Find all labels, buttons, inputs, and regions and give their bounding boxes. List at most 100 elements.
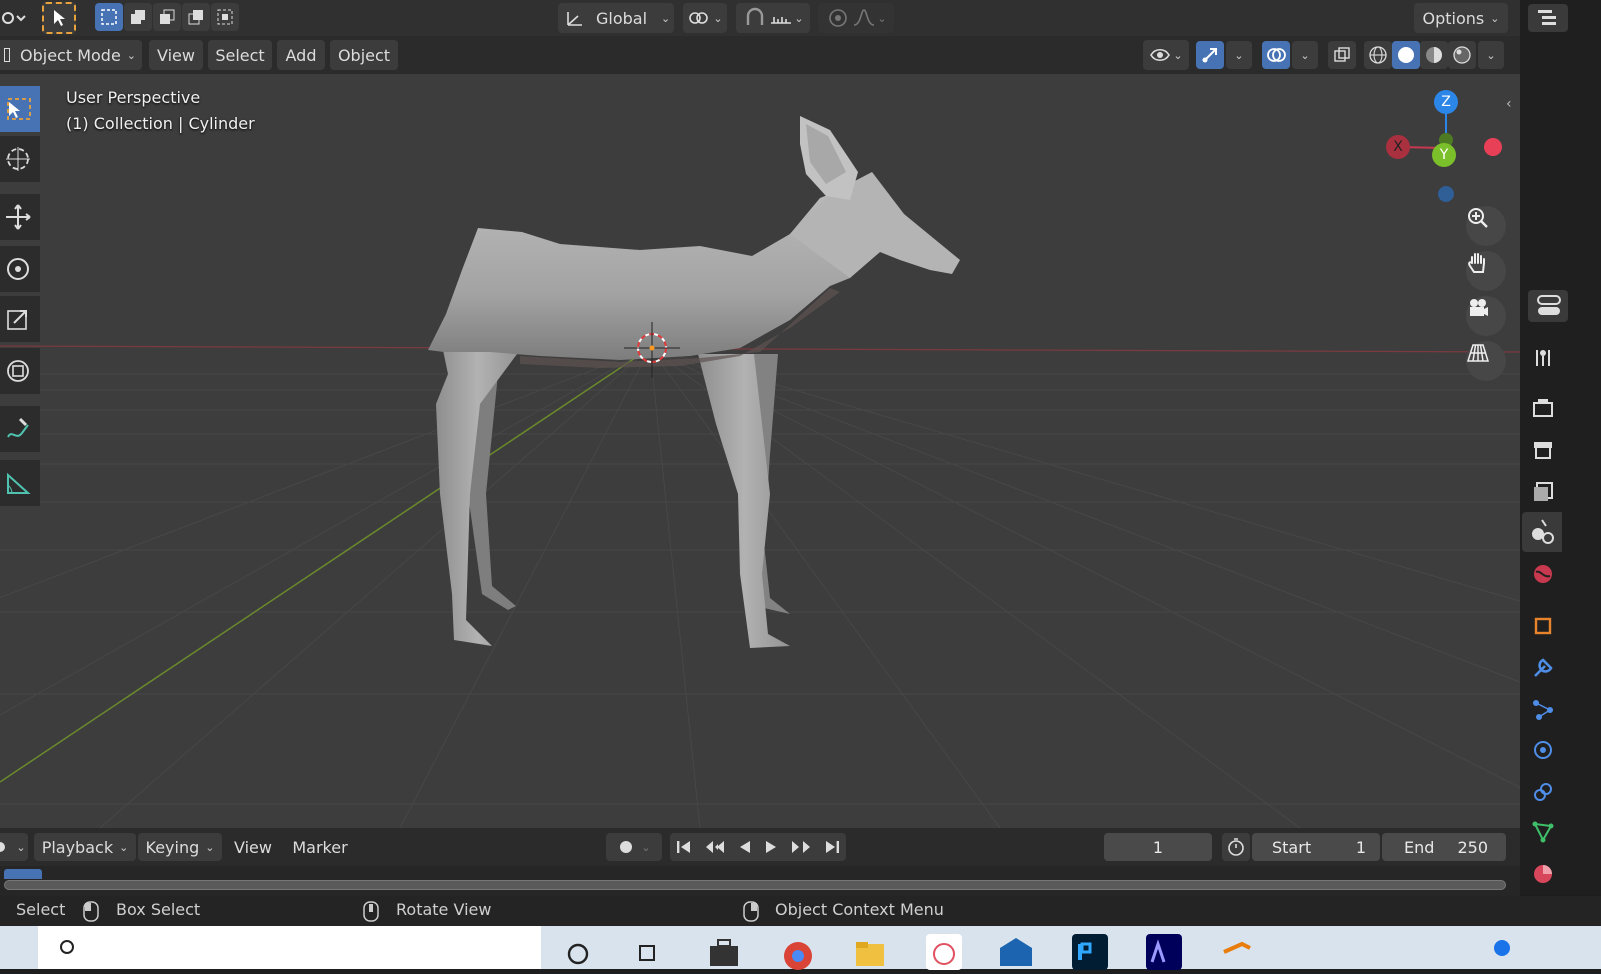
3d-viewport[interactable]: User Perspective (1) Collection | Cylind… [0,74,1520,828]
menu-timeline-view[interactable]: View [226,833,280,861]
shading-solid[interactable] [1392,41,1420,69]
after-effects-icon[interactable] [1146,934,1182,970]
object-mode-dropdown[interactable]: Object Mode ⌄ [0,40,142,70]
pan-hand-icon[interactable] [1466,251,1506,291]
properties-editor-icon[interactable] [1528,290,1568,322]
deer-mesh[interactable] [428,116,960,648]
menu-marker-label: Marker [292,837,348,857]
view-layer-properties-icon[interactable] [1525,474,1561,510]
menu-keying[interactable]: Keying ⌄ [138,833,222,861]
menu-playback[interactable]: Playback ⌄ [34,833,136,861]
gizmo-z[interactable]: Z [1434,90,1458,114]
timeline-editor-type-icon[interactable]: ⌄ [0,833,28,861]
constraints-properties-icon[interactable] [1525,774,1561,810]
zoom-icon[interactable] [1466,206,1506,246]
move-tool-icon[interactable] [0,194,40,240]
task-view-icon[interactable] [632,934,668,970]
shading-rendered[interactable] [1448,41,1476,69]
xray-toggle[interactable] [1328,41,1356,69]
perspective-toggle-icon[interactable] [1466,341,1506,381]
start-frame-label: Start [1272,837,1312,857]
menu-object-label: Object [337,45,391,65]
play-reverse-icon[interactable] [737,839,753,855]
annotate-tool-icon[interactable] [0,406,40,452]
modifier-properties-icon[interactable] [1525,650,1561,686]
next-keyframe-icon[interactable] [790,839,812,855]
jump-end-icon[interactable] [823,839,841,855]
snap-group[interactable]: ⌄ [736,3,810,33]
overlays-dropdown[interactable]: ⌄ [1292,41,1318,69]
playhead[interactable] [4,869,42,879]
chrome-icon[interactable] [780,934,816,970]
output-properties-icon[interactable] [1525,432,1561,468]
visibility-dropdown[interactable]: ⌄ [1143,40,1189,70]
prev-keyframe-icon[interactable] [704,839,726,855]
gizmo-y[interactable]: Y [1432,143,1456,167]
pivot-point-dropdown[interactable]: ⌄ [683,3,727,33]
auto-keying-toggle[interactable]: ⌄ [606,833,662,861]
render-properties-icon[interactable] [1525,390,1561,426]
store-icon[interactable] [706,934,742,970]
shading-dropdown[interactable]: ⌄ [1478,41,1504,69]
menu-add[interactable]: Add [277,40,325,70]
current-frame-field[interactable]: 1 [1104,833,1212,861]
menu-playback-label: Playback [41,837,114,857]
menu-marker[interactable]: Marker [284,833,356,861]
options-dropdown[interactable]: Options ⌄ [1414,3,1508,33]
end-frame-field[interactable]: End 250 [1382,833,1506,861]
particles-properties-icon[interactable] [1525,692,1561,728]
scale-tool-icon[interactable] [0,296,40,342]
measure-tool-icon[interactable] [0,460,40,506]
transform-orientation-dropdown[interactable]: Global ⌄ [558,3,674,33]
scene-properties-tab[interactable] [1522,512,1562,552]
perspective-label: User Perspective [66,88,201,107]
mail-icon[interactable] [998,934,1034,970]
select-intersect-icon[interactable] [211,3,239,31]
shading-material[interactable] [1420,41,1448,69]
select-tool-icon[interactable] [42,2,76,34]
gizmo-dropdown[interactable]: ⌄ [1226,41,1252,69]
file-explorer-icon[interactable] [852,934,888,970]
viewport-scene[interactable] [0,74,1520,828]
select-subtract-icon[interactable] [153,3,181,31]
gizmo-toggle[interactable] [1196,41,1224,69]
outliner-editor-icon[interactable] [1528,4,1568,32]
jump-start-icon[interactable] [675,839,693,855]
select-box-tool-icon[interactable] [0,86,40,132]
physics-properties-icon[interactable] [1525,732,1561,768]
tool-properties-icon[interactable] [1525,340,1561,376]
transform-tool-icon[interactable] [0,348,40,394]
menu-object[interactable]: Object [330,40,398,70]
world-properties-icon[interactable] [1525,556,1561,592]
overlays-toggle[interactable] [1262,41,1290,69]
cursor-tool-icon[interactable] [0,136,40,182]
rotate-tool-icon[interactable] [0,246,40,292]
menu-view[interactable]: View [149,40,203,70]
blender-taskbar-icon[interactable] [1220,934,1256,970]
shading-wireframe[interactable] [1364,41,1392,69]
select-invert-icon[interactable] [182,3,210,31]
gizmo-x[interactable]: X [1386,135,1410,159]
data-properties-icon[interactable] [1525,814,1561,850]
preview-range-toggle[interactable] [1222,833,1250,861]
play-icon[interactable] [763,839,779,855]
timeline-scrub-area[interactable] [0,866,1520,896]
status-bar: Select Box Select Rotate View Object Con… [0,896,1601,926]
select-extend-icon[interactable] [124,3,152,31]
proportional-editing-group[interactable]: ⌄ [818,3,894,33]
menu-select[interactable]: Select [208,40,272,70]
camera-view-icon[interactable] [1466,296,1506,336]
notification-icon[interactable] [1494,940,1510,956]
start-frame-field[interactable]: Start 1 [1252,833,1380,861]
photoshop-icon[interactable] [1072,934,1108,970]
app-icon-red[interactable] [926,934,962,970]
taskbar-search-box[interactable] [38,926,541,969]
cortana-icon[interactable] [560,934,596,970]
material-properties-icon[interactable] [1525,856,1561,892]
sidebar-toggle-icon[interactable]: ‹ [1506,96,1512,112]
timeline-scrollbar[interactable] [4,880,1506,890]
object-properties-icon[interactable] [1525,608,1561,644]
editor-type-icon[interactable] [0,4,28,32]
select-new-icon[interactable] [95,3,123,31]
proportional-editing-icon [829,9,848,27]
